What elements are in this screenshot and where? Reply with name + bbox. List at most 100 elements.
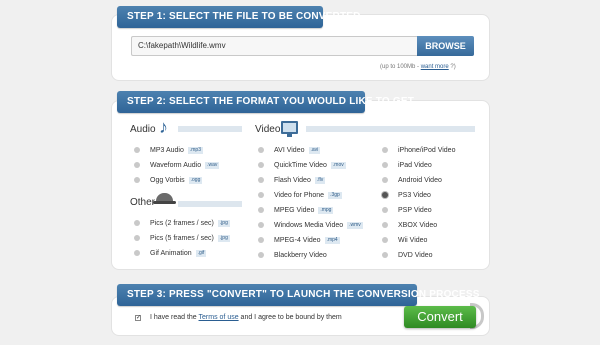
format-label: Waveform Audio	[150, 162, 202, 169]
format-option[interactable]: Gif Animation .gif	[134, 249, 207, 259]
format-option[interactable]: Windows Media Video .wmv	[258, 221, 363, 231]
format-label: Gif Animation	[150, 250, 192, 257]
want-more-link[interactable]: want more	[421, 64, 449, 70]
format-label: Android Video	[398, 177, 442, 184]
terms-checkbox[interactable]: ✓	[135, 315, 141, 321]
format-label: PS3 Video	[398, 192, 431, 199]
format-label: Blackberry Video	[274, 252, 327, 259]
step1-title: STEP 1: SELECT THE FILE TO BE CONVERTED	[117, 6, 360, 28]
radio-button[interactable]	[258, 147, 264, 154]
radio-button[interactable]	[134, 250, 140, 257]
format-extension: .mpg	[318, 206, 334, 214]
radio-button[interactable]	[258, 192, 264, 199]
convert-button[interactable]: Convert	[404, 306, 476, 328]
format-option[interactable]: PS3 Video	[382, 191, 431, 201]
format-label: Pics (5 frames / sec)	[150, 235, 214, 242]
format-option[interactable]: Wii Video	[382, 236, 427, 246]
format-option[interactable]: Ogg Vorbis .ogg	[134, 176, 203, 186]
format-option[interactable]: Video for Phone .3gp	[258, 191, 342, 201]
format-extension: .jpg	[217, 219, 230, 227]
format-option[interactable]: MPEG Video .mpg	[258, 206, 334, 216]
format-option[interactable]: DVD Video	[382, 251, 433, 261]
video-heading: Video	[255, 124, 281, 135]
radio-button[interactable]	[134, 220, 140, 227]
format-option[interactable]: QuickTime Video .mov	[258, 161, 346, 171]
terms-of-use-link[interactable]: Terms of use	[199, 314, 239, 321]
format-extension: .ogg	[188, 176, 203, 184]
format-option[interactable]: XBOX Video	[382, 221, 437, 231]
format-extension: .3gp	[328, 191, 342, 199]
format-extension: .wmv	[347, 221, 363, 229]
video-divider	[306, 126, 475, 132]
radio-button[interactable]	[258, 222, 264, 229]
format-option[interactable]: MP3 Audio .mp3	[134, 146, 203, 156]
radio-button[interactable]	[134, 162, 140, 169]
format-option[interactable]: Android Video	[382, 176, 442, 186]
format-label: Flash Video	[274, 177, 311, 184]
radio-button[interactable]	[258, 177, 264, 184]
format-label: MPEG Video	[274, 207, 315, 214]
radio-button[interactable]	[382, 147, 388, 154]
radio-button[interactable]	[258, 252, 264, 259]
format-option[interactable]: Pics (5 frames / sec) .jpg	[134, 234, 230, 244]
format-extension: .avi	[308, 146, 321, 154]
format-label: MP3 Audio	[150, 147, 184, 154]
format-label: iPhone/iPod Video	[398, 147, 456, 154]
format-option[interactable]: PSP Video	[382, 206, 432, 216]
format-extension: .mov	[330, 161, 346, 169]
format-option[interactable]: Waveform Audio .wav	[134, 161, 220, 171]
format-extension: .jpg	[217, 234, 230, 242]
format-option[interactable]: iPhone/iPod Video	[382, 146, 455, 156]
music-note-icon: ♪	[159, 117, 168, 137]
other-divider	[178, 201, 242, 207]
radio-button[interactable]	[382, 237, 388, 244]
format-extension: .wav	[205, 161, 220, 169]
format-label: Wii Video	[398, 237, 428, 244]
radio-button[interactable]	[134, 147, 140, 154]
file-path-input[interactable]: C:\fakepath\Wildlife.wmv	[131, 36, 417, 56]
radio-button[interactable]	[382, 162, 388, 169]
radio-button[interactable]	[258, 162, 264, 169]
audio-heading: Audio	[130, 124, 156, 135]
agree-suffix: and I agree to be bound by them	[238, 314, 342, 321]
radio-button-selected[interactable]	[382, 192, 388, 199]
format-label: PSP Video	[398, 207, 432, 214]
format-label: iPad Video	[398, 162, 432, 169]
radio-button[interactable]	[382, 222, 388, 229]
format-option[interactable]: AVI Video .avi	[258, 146, 321, 156]
audio-divider	[178, 126, 242, 132]
format-label: XBOX Video	[398, 222, 438, 229]
format-extension: .gif	[195, 249, 207, 257]
format-option[interactable]: Blackberry Video	[258, 251, 327, 261]
radio-button[interactable]	[382, 252, 388, 259]
radio-button[interactable]	[382, 177, 388, 184]
format-label: QuickTime Video	[274, 162, 327, 169]
format-extension: .mp3	[187, 146, 203, 154]
hint-suffix: ?)	[448, 64, 456, 70]
format-label: DVD Video	[398, 252, 433, 259]
format-label: Pics (2 frames / sec)	[150, 220, 214, 227]
upload-limit-hint: (up to 100Mb - want more ?)	[380, 64, 456, 70]
format-extension: .flv	[314, 176, 326, 184]
format-extension: .mp4	[324, 236, 340, 244]
format-option[interactable]: Flash Video .flv	[258, 176, 326, 186]
format-option[interactable]: iPad Video	[382, 161, 432, 171]
magic-hat-icon	[153, 193, 176, 204]
agree-prefix: I have read the	[150, 314, 199, 321]
step2-title: STEP 2: SELECT THE FORMAT YOU WOULD LIKE…	[117, 91, 414, 113]
browse-button[interactable]: BROWSE	[417, 36, 474, 56]
format-label: Windows Media Video	[274, 222, 344, 229]
format-label: MPEG-4 Video	[274, 237, 321, 244]
other-heading: Other	[130, 197, 156, 208]
radio-button[interactable]	[134, 177, 140, 184]
monitor-icon	[281, 121, 298, 137]
radio-button[interactable]	[134, 235, 140, 242]
format-option[interactable]: Pics (2 frames / sec) .jpg	[134, 219, 230, 229]
format-option[interactable]: MPEG-4 Video .mp4	[258, 236, 340, 246]
format-label: Ogg Vorbis	[150, 177, 185, 184]
radio-button[interactable]	[258, 207, 264, 214]
format-label: Video for Phone	[274, 192, 325, 199]
radio-button[interactable]	[258, 237, 264, 244]
radio-button[interactable]	[382, 207, 388, 214]
terms-agreement: I have read the Terms of use and I agree…	[150, 314, 342, 321]
